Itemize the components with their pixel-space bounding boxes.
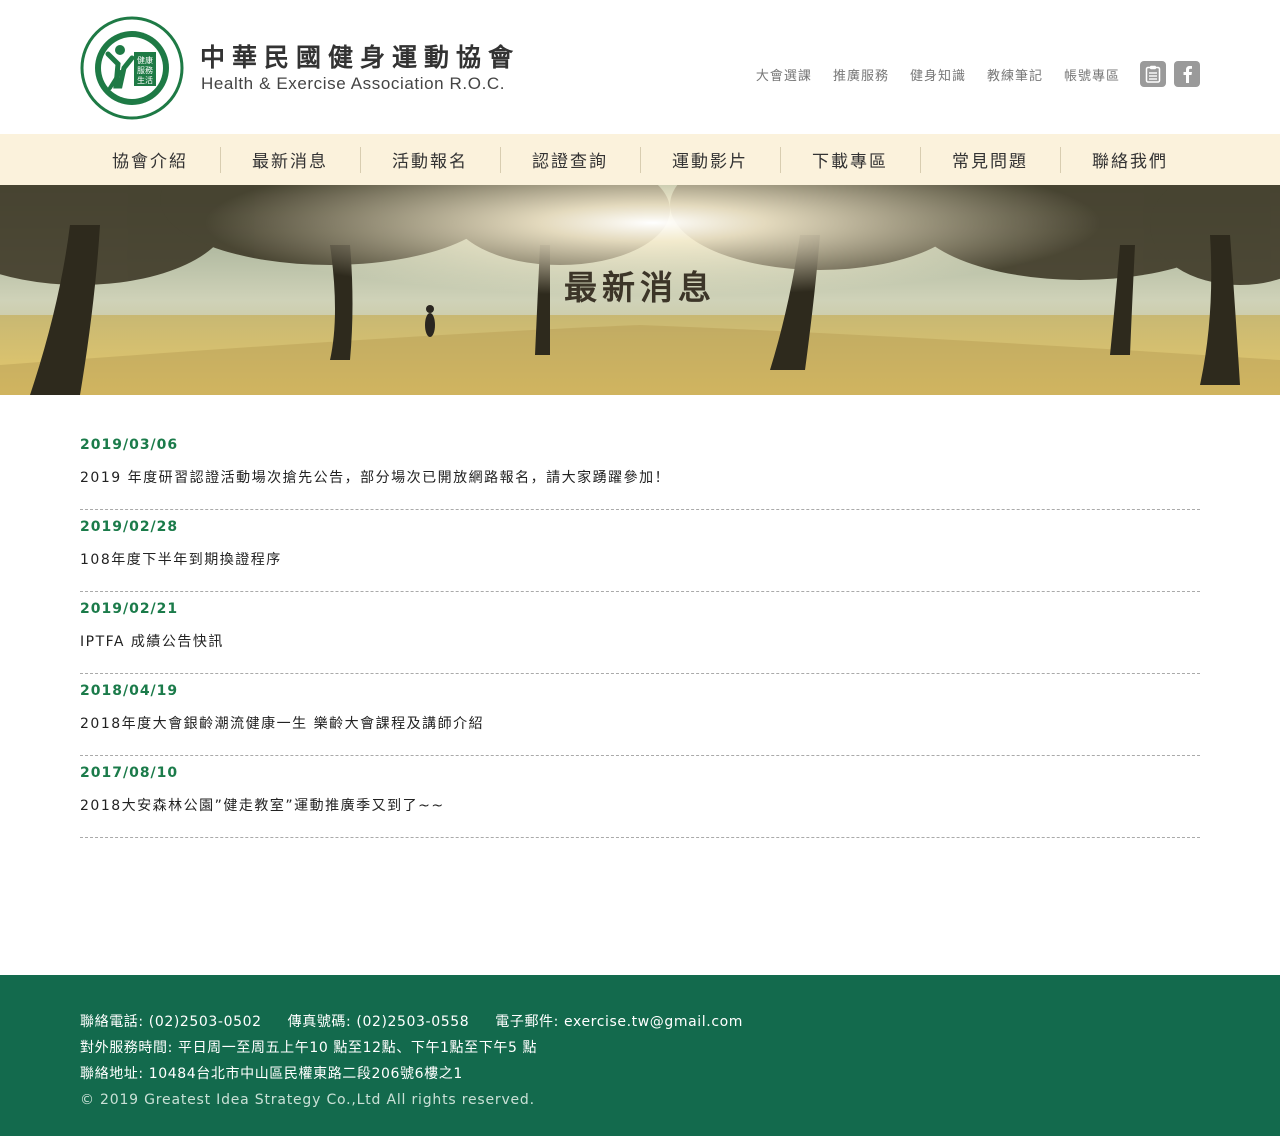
svg-text:健康: 健康 — [137, 55, 153, 65]
contact-address: 聯絡地址: 10484台北市中山區民權東路二段206號6樓之1 — [80, 1066, 463, 1082]
service-hours: 對外服務時間: 平日周一至周五上午10 點至12點、下午1點至下午5 點 — [80, 1040, 538, 1056]
contact-phone: 聯絡電話: (02)2503-0502 — [80, 1014, 262, 1030]
site-header: 健康 服務 生活 中華民國健身運動協會 Health & Exercise As… — [0, 0, 1280, 134]
clipboard-icon[interactable] — [1140, 61, 1166, 87]
news-date: 2019/03/06 — [80, 437, 179, 453]
news-item[interactable]: 2019/02/28 108年度下半年到期換證程序 — [80, 510, 1200, 592]
nav-certification-query[interactable]: 認證查詢 — [500, 134, 640, 185]
news-title-link[interactable]: 108年度下半年到期換證程序 — [80, 550, 1200, 570]
page-banner: 最新消息 — [0, 185, 1280, 395]
link-fitness-knowledge[interactable]: 健身知識 — [910, 65, 966, 84]
svg-text:生活: 生活 — [137, 75, 153, 85]
link-course-selection[interactable]: 大會選課 — [756, 65, 812, 84]
news-item[interactable]: 2019/02/21 IPTFA 成績公告快訊 — [80, 592, 1200, 674]
main-nav: 協會介紹 最新消息 活動報名 認證查詢 運動影片 下載專區 常見問題 聯絡我們 — [0, 134, 1280, 185]
news-date: 2019/02/28 — [80, 519, 179, 535]
news-date: 2018/04/19 — [80, 683, 179, 699]
copyright-text: © 2019 Greatest Idea Strategy Co.,Ltd Al… — [80, 1092, 535, 1108]
news-item[interactable]: 2018/04/19 2018年度大會銀齡潮流健康一生 樂齡大會課程及講師介紹 — [80, 674, 1200, 756]
site-footer: 聯絡電話: (02)2503-0502 傳真號碼: (02)2503-0558 電子… — [0, 975, 1280, 1136]
svg-text:服務: 服務 — [137, 65, 153, 75]
news-item[interactable]: 2017/08/10 2018大安森林公園”健走教室”運動推廣季又到了~~ — [80, 756, 1200, 838]
nav-event-registration[interactable]: 活動報名 — [360, 134, 500, 185]
news-item[interactable]: 2019/03/06 2019 年度研習認證活動場次搶先公告，部分場次已開放網路… — [80, 428, 1200, 510]
news-title-link[interactable]: 2018年度大會銀齡潮流健康一生 樂齡大會課程及講師介紹 — [80, 714, 1200, 734]
site-logo[interactable]: 健康 服務 生活 中華民國健身運動協會 Health & Exercise As… — [80, 16, 540, 120]
nav-downloads[interactable]: 下載專區 — [780, 134, 920, 185]
news-date: 2019/02/21 — [80, 601, 179, 617]
contact-email[interactable]: 電子郵件: exercise.tw@gmail.com — [495, 1014, 743, 1030]
contact-line: 聯絡電話: (02)2503-0502 傳真號碼: (02)2503-0558 電子… — [80, 1009, 1200, 1035]
nav-about[interactable]: 協會介紹 — [80, 134, 220, 185]
nav-exercise-videos[interactable]: 運動影片 — [640, 134, 780, 185]
link-coach-notes[interactable]: 教練筆記 — [987, 65, 1043, 84]
news-title-link[interactable]: 2018大安森林公園”健走教室”運動推廣季又到了~~ — [80, 796, 1200, 816]
news-title-link[interactable]: 2019 年度研習認證活動場次搶先公告，部分場次已開放網路報名，請大家踴躍參加！ — [80, 468, 1200, 488]
nav-contact[interactable]: 聯絡我們 — [1060, 134, 1200, 185]
news-date: 2017/08/10 — [80, 765, 179, 781]
link-account-area[interactable]: 帳號專區 — [1064, 65, 1120, 84]
news-title-link[interactable]: IPTFA 成績公告快訊 — [80, 632, 1200, 652]
facebook-icon[interactable] — [1174, 61, 1200, 87]
page-title: 最新消息 — [564, 268, 716, 307]
nav-faq[interactable]: 常見問題 — [920, 134, 1060, 185]
contact-fax: 傳真號碼: (02)2503-0558 — [287, 1014, 470, 1030]
utility-nav: 大會選課 推廣服務 健身知識 教練筆記 帳號專區 — [756, 60, 1200, 88]
nav-latest-news[interactable]: 最新消息 — [220, 134, 360, 185]
news-list: 2019/03/06 2019 年度研習認證活動場次搶先公告，部分場次已開放網路… — [80, 395, 1200, 838]
association-name-english: Health & Exercise Association R.O.C. — [201, 74, 506, 93]
association-seal-icon: 健康 服務 生活 — [80, 16, 184, 120]
association-name-chinese: 中華民國健身運動協會 — [200, 43, 521, 72]
link-promotion-services[interactable]: 推廣服務 — [833, 65, 889, 84]
